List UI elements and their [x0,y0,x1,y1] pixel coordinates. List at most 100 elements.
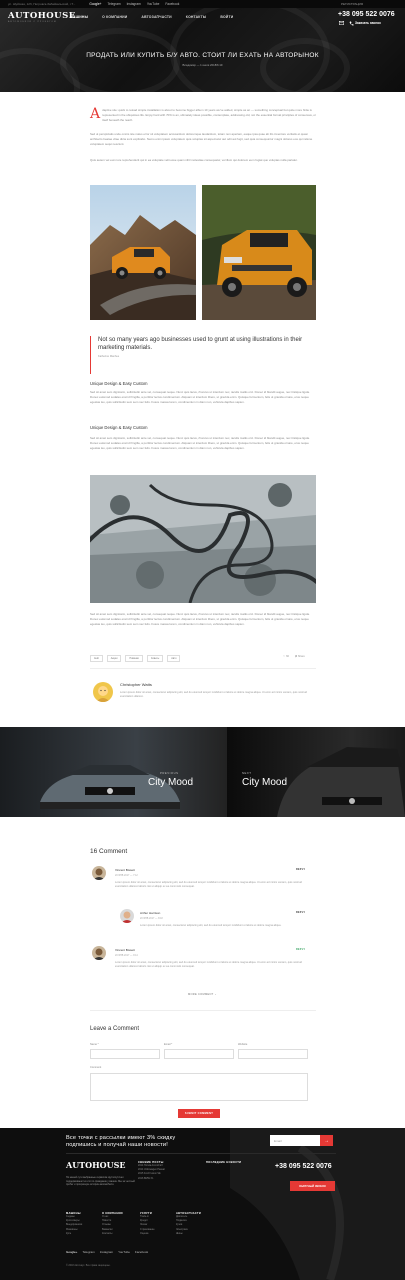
comments-count: 16 Comment [90,848,128,855]
share-label: Share [297,655,305,658]
footer-link[interactable]: Купе [66,1232,98,1236]
author-bio: Lorem ipsum dolor sit amet, consectetur … [120,691,307,698]
email-input[interactable] [164,1049,234,1059]
name-label: Name * [90,1043,99,1046]
footer-callback-button[interactable]: ОБРАТНЫЙ ЗВОНОК [290,1181,335,1191]
footer-col-parts: АВТОЗАПЧАСТИ Двигатель Подвеска Кузов Эл… [176,1212,212,1236]
footer-col-services: УСЛУГИ Trade-in Кредит Лизинг Страховани… [140,1212,172,1236]
article-paragraph: Sed sit amet sem dignissim, sollicitudin… [90,612,310,626]
tag-link[interactable]: Audi [90,655,103,662]
comment-date: 20 ЯНВ 2017 — 7:12 [115,874,138,877]
top-social-links: Google+ Telegram Instagram YouTube Faceb… [89,2,179,6]
more-comments-button[interactable]: MORE COMMENT ⌄ [0,993,405,996]
share-button[interactable]: ⇄ Share [295,655,305,658]
section-heading: Unique Design & Easy Custom [90,381,148,386]
top-address: ул. Шуйская, 12б, Петровск-Забайкальский… [8,2,76,6]
road-photo [90,475,316,603]
tag-link[interactable]: Советы [146,655,164,662]
header-phone[interactable]: +38 095 522 0076 [338,11,395,18]
blockquote: Not so many years ago businesses used to… [90,336,316,374]
intro-paragraph: A daptive site: quick to reload simple i… [90,106,316,123]
footer-social-link[interactable]: Facebook [135,1250,148,1254]
footer-news: ПОСЛЕДНИЕ НОВОСТИ [206,1161,268,1164]
top-social-link[interactable]: Instagram [127,2,141,6]
commenter-avatar [92,866,106,880]
next-title: City Mood [242,777,288,788]
prev-title: City Mood [148,777,194,788]
comment-date: 20 ЯНВ 2017 — 8:18 [140,917,163,920]
nav-item-login[interactable]: ВОЙТИ [220,15,233,19]
comment-date: 20 ЯНВ 2017 — 9:14 [115,954,138,957]
article-paragraph: Quis autem vel eum iure reprehenderit qu… [90,158,298,162]
like-count: 66 [286,655,289,658]
post-actions: ♡ 66 ⇄ Share [283,655,305,658]
register-link[interactable]: РЕГИСТРАЦИЯ [341,2,363,6]
comment-text: Lorem ipsum dolor sit amet, consectetur … [115,961,302,968]
newsletter-send-button[interactable]: → [320,1135,333,1146]
footer-social-link[interactable]: YouTube [118,1250,130,1254]
site-footer [0,1128,405,1280]
quote-text: Not so many years ago businesses used to… [98,337,303,351]
dropcap: A [90,106,101,122]
top-social-link[interactable]: Facebook [165,2,179,6]
car-photo-right [202,185,316,320]
site-logo[interactable]: AUTOHOUSE [8,11,76,21]
reply-button[interactable]: REPLY [296,948,305,951]
article-paragraph: Sed sit amet sem dignissim, sollicitudin… [90,390,310,404]
divider [66,1153,336,1154]
comment-author: Arthur Harrison [140,911,161,915]
nav-item-parts[interactable]: АВТОЗАПЧАСТИ [141,15,171,19]
mail-icon[interactable] [339,21,344,25]
next-post-link[interactable]: NEXT City Mood [227,727,405,817]
comment-text: Lorem ipsum dolor sit amet, consectetur … [115,881,302,888]
intro-text: daptive site: quick to reload simple ins… [102,108,316,122]
logo-tagline: АВТОМОБИЛИ С ПРОБЕГОМ [8,21,57,23]
phone-icon [349,21,354,25]
tag-link[interactable]: Акции [106,655,122,662]
nav-item-contacts[interactable]: КОНТАКТЫ [186,15,207,19]
comment-textarea[interactable] [90,1073,308,1101]
footer-logo[interactable]: AUTOHOUSE [66,1160,125,1170]
top-bar: ул. Шуйская, 12б, Петровск-Забайкальский… [0,0,405,8]
footer-recent-posts: СВЕЖИЕ ПОСТЫ 2014 Honda Accord EX 2014 V… [138,1161,198,1181]
divider [90,668,316,669]
footer-about: По нашей сути выбранные сервисом круглос… [66,1176,135,1187]
footer-social-link[interactable]: Instagram [100,1250,113,1254]
website-input[interactable] [238,1049,308,1059]
footer-col-cars: МАШИНЫ Седаны Кроссоверы Внедорожники Ми… [66,1212,98,1236]
submit-comment-button[interactable]: SUBMIT COMMENT [178,1109,220,1118]
article-paragraph: Sed ut perspiciatis unde omnis iste natu… [90,132,313,146]
footer-link[interactable]: Оценка [140,1232,172,1236]
tag-link[interactable]: Новинки [125,655,143,662]
nav-item-cars[interactable]: МАШИНЫ [70,15,88,19]
callback-link[interactable]: Заказать звонок [355,21,381,25]
comment-author: Vincent Bissett [115,948,135,952]
newsletter-email-input[interactable]: Email [270,1135,320,1146]
prev-post-link[interactable]: PREVIOUS City Mood [0,727,227,817]
like-button[interactable]: ♡ 66 [283,655,289,658]
tag-link[interactable]: Авто [167,655,181,662]
footer-social-link[interactable]: Telegram [82,1250,94,1254]
recent-post-link[interactable]: 2016 BMW X1 [138,1177,198,1181]
top-social-link[interactable]: YouTube [147,2,160,6]
top-social-link[interactable]: Google+ [89,2,101,6]
name-input[interactable] [90,1049,160,1059]
nav-item-about[interactable]: О КОМПАНИИ [102,15,127,19]
comment-text: Lorem ipsum dolor sit amet, consectetur … [140,924,282,927]
more-label: MORE COMMENT [188,993,214,996]
comment-label: Comment [90,1066,102,1069]
share-icon: ⇄ [294,655,298,658]
comment-author: Vincent Bissett [115,868,135,872]
footer-link[interactable]: Шины [176,1232,212,1236]
email-label: Email * [164,1043,173,1046]
chevron-down-icon: ⌄ [214,993,217,996]
reply-button[interactable]: REPLY [296,868,305,871]
commenter-avatar [120,909,134,923]
reply-button[interactable]: REPLY [296,911,305,914]
author-name[interactable]: Christopher Watts [120,682,152,687]
footer-social-link[interactable]: Google+ [66,1250,77,1254]
footer-phone[interactable]: +38 095 522 0076 [275,1163,332,1170]
top-social-link[interactable]: Telegram [108,2,121,6]
heart-icon: ♡ [283,655,286,658]
footer-link[interactable]: Контакты [102,1232,136,1236]
